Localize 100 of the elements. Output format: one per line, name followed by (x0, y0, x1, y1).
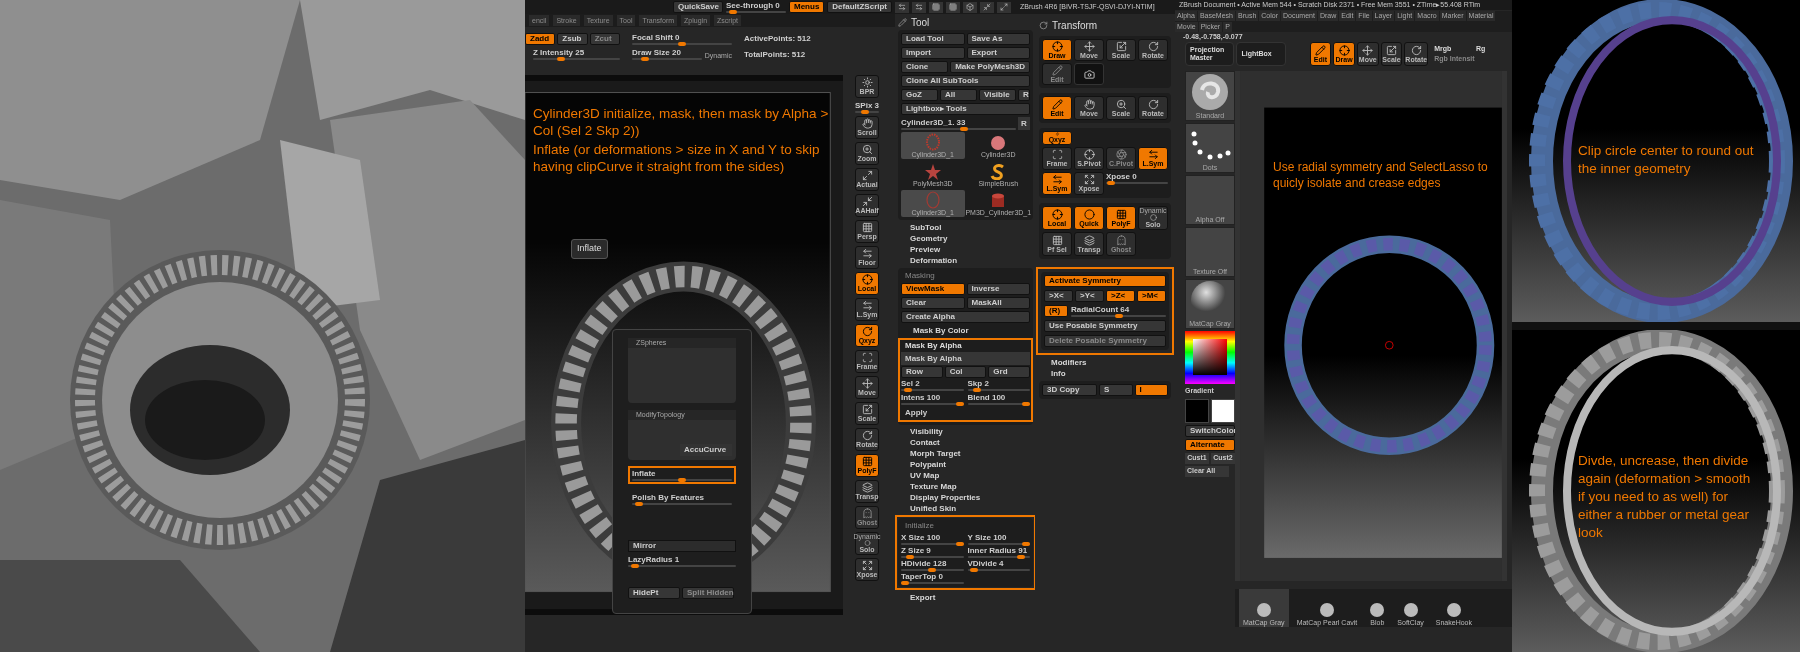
menu-item[interactable]: Polypaint (898, 459, 1033, 470)
slider-thumb[interactable] (1114, 314, 1123, 318)
slider-thumb[interactable] (972, 388, 981, 392)
menu-item[interactable]: Morph Target (898, 448, 1033, 459)
panel-button[interactable]: Lightbox▸ Tools (901, 103, 1030, 115)
panel-button[interactable]: Clone All SubTools (901, 75, 1030, 87)
rotate-icon (1039, 20, 1048, 30)
slider-thumb[interactable] (1107, 181, 1116, 185)
panel-button[interactable]: MaskAll (966, 297, 1030, 309)
panel-button[interactable]: Visible (979, 89, 1016, 101)
camera-button[interactable] (1074, 63, 1104, 85)
panel-button[interactable]: HidePt (628, 587, 680, 599)
panel-button[interactable]: Activate Symmetry (1044, 275, 1166, 287)
panel-button[interactable]: R (1018, 117, 1030, 130)
panel-button[interactable]: QuickSave (673, 1, 723, 13)
toolbar-button[interactable] (963, 1, 977, 13)
menu-item[interactable]: UV Map (898, 470, 1033, 481)
menu-item[interactable]: Mask By Color (901, 325, 1030, 336)
panel-button[interactable]: AccuCurve (680, 444, 732, 456)
slider-thumb[interactable] (959, 127, 968, 131)
panel-button[interactable]: Clone (901, 61, 949, 73)
menu-item[interactable]: SubTool (898, 222, 1033, 233)
menu-item[interactable]: Display Properties (898, 492, 1033, 503)
panel-button[interactable]: Inverse (966, 283, 1030, 295)
double-arrow-icon (915, 3, 923, 11)
menu-item[interactable]: Deformation (898, 255, 1033, 266)
menu-item[interactable]: Contact (898, 437, 1033, 448)
panel-button[interactable]: >M< (1137, 290, 1166, 302)
slider-thumb[interactable] (861, 110, 870, 114)
panel-button[interactable]: Export (966, 47, 1030, 59)
slider-thumb[interactable] (556, 57, 565, 61)
panel-button[interactable]: SwitchColor (1185, 424, 1235, 437)
panel-button[interactable]: Row (901, 366, 943, 378)
panel-button[interactable]: Make PolyMesh3D (950, 61, 1030, 73)
slider-thumb[interactable] (631, 564, 639, 568)
menu-item[interactable]: Geometry (898, 233, 1033, 244)
slider-thumb[interactable] (1022, 542, 1030, 546)
panel-button[interactable]: Grd (988, 366, 1030, 378)
slider-thumb[interactable] (728, 10, 737, 14)
panel-button[interactable]: Col (944, 366, 987, 378)
panel-button[interactable]: Create Alpha (901, 311, 1030, 323)
color-picker[interactable] (1185, 331, 1235, 384)
menu-item[interactable]: Unified Skin (898, 503, 1033, 514)
panel-button[interactable]: DefaultZScript (827, 1, 892, 13)
slider-thumb[interactable] (1022, 402, 1030, 406)
menu-item[interactable]: Texture Map (898, 481, 1033, 492)
toolbar-button[interactable] (980, 1, 994, 13)
panel-button[interactable]: Zsub (557, 33, 588, 45)
panel-button[interactable]: R (1018, 89, 1030, 101)
panel-button[interactable]: Load Tool (901, 33, 965, 45)
panel-button[interactable]: >Z< (1106, 290, 1135, 302)
color-swatch[interactable] (1211, 398, 1235, 423)
panel-button[interactable]: All (940, 89, 977, 101)
menu-item[interactable]: Export (898, 592, 1033, 603)
panel-button[interactable]: Import (901, 47, 965, 59)
panel-button[interactable]: S (1099, 384, 1133, 396)
slider-thumb[interactable] (678, 478, 686, 482)
slider-label: Intens 100 (901, 393, 942, 402)
toolbar-button[interactable] (997, 1, 1011, 13)
slider-label: LazyRadius 1 (628, 555, 681, 564)
panel-button[interactable]: >Y< (1075, 290, 1104, 302)
slider-thumb[interactable] (901, 581, 909, 585)
toolbar-button[interactable] (946, 1, 960, 13)
panel-button[interactable]: Save As (966, 33, 1030, 45)
panel-button[interactable]: Use Posable Symmetry (1044, 320, 1166, 332)
toolbar-button[interactable] (929, 1, 943, 13)
slider-thumb[interactable] (928, 568, 937, 572)
color-swatch[interactable] (1185, 398, 1209, 423)
panel-button[interactable]: Apply (901, 406, 1030, 419)
slider-thumb[interactable] (678, 42, 686, 46)
slider-thumb[interactable] (903, 388, 912, 392)
panel-button[interactable]: GoZ (901, 89, 938, 101)
slider-thumb[interactable] (905, 555, 914, 559)
panel-button[interactable]: 3D Copy (1042, 384, 1097, 396)
panel-button[interactable]: I (1134, 384, 1168, 396)
panel-button[interactable]: ViewMask (901, 283, 965, 295)
slider-thumb[interactable] (641, 57, 650, 61)
panel-button[interactable]: Clear (901, 297, 965, 309)
menu-item[interactable]: Visibility (898, 426, 1033, 437)
double-arrow-icon (1147, 149, 1159, 160)
slider-thumb[interactable] (634, 502, 643, 506)
slider-thumb[interactable] (1017, 555, 1026, 559)
panel-button[interactable]: Mask By Alpha (901, 352, 1030, 365)
slider-thumb[interactable] (955, 402, 964, 406)
panel-button[interactable]: Alternate (1185, 438, 1235, 451)
ghost-icon (1115, 234, 1127, 246)
panel-button[interactable]: Zadd (525, 33, 556, 45)
panel-button[interactable]: Menus (789, 1, 825, 13)
menu-item[interactable]: Modifiers (1039, 357, 1171, 368)
toolbar-button[interactable] (895, 1, 909, 13)
layers-icon (861, 482, 873, 493)
scale-icon (861, 404, 873, 415)
menu-item[interactable]: Preview (898, 244, 1033, 255)
toolbar-button[interactable] (912, 1, 926, 13)
panel-button[interactable]: >X< (1044, 290, 1073, 302)
slider-thumb[interactable] (970, 568, 979, 572)
menu-item[interactable]: Info (1039, 368, 1171, 379)
slider-thumb[interactable] (955, 542, 964, 546)
panel-button[interactable]: Mirror (628, 540, 736, 552)
panel-button[interactable]: (R) (1044, 305, 1068, 317)
